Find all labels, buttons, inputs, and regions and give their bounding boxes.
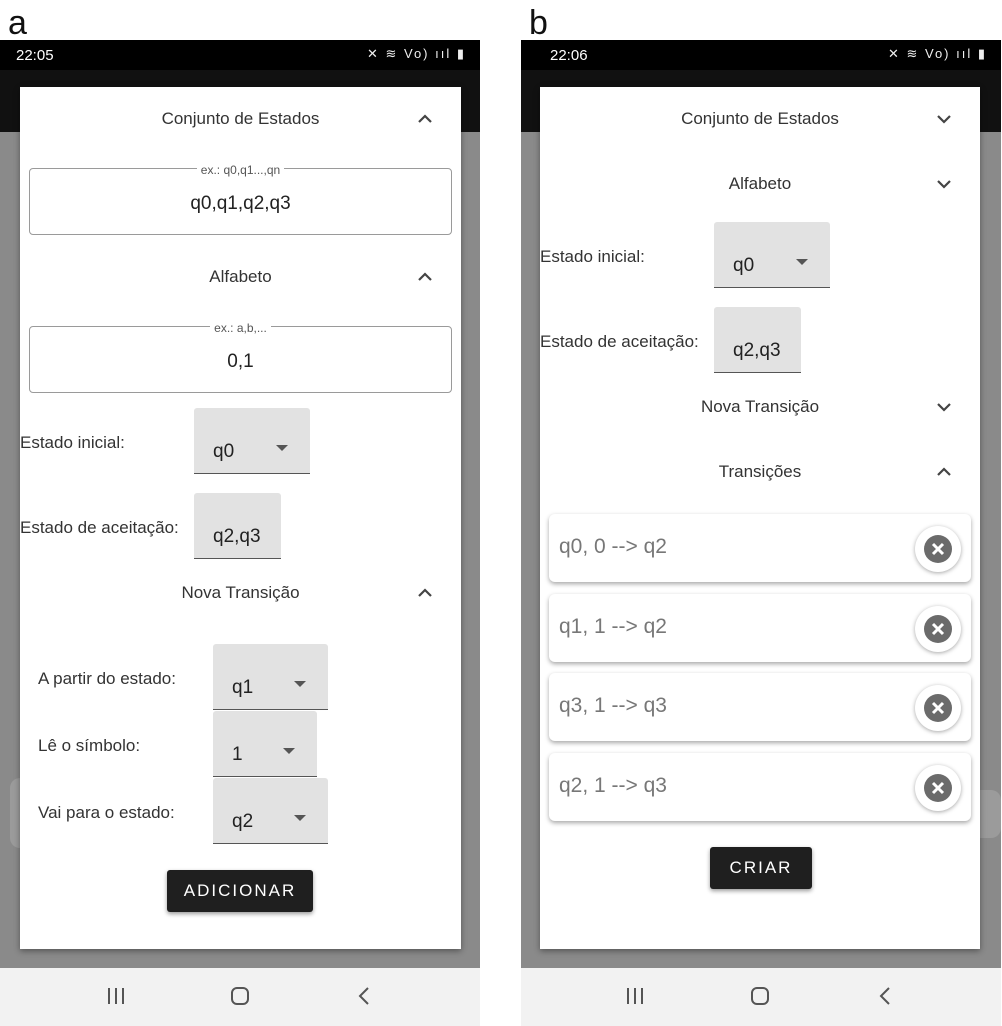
section-header-states[interactable]: Conjunto de Estados bbox=[540, 101, 980, 137]
status-bar: 22:05 ✕ ≋ Vo) ııl ▮ bbox=[0, 40, 480, 70]
select-value: q0 bbox=[733, 255, 755, 276]
select-value: q2,q3 bbox=[213, 526, 261, 547]
chevron-down-icon[interactable] bbox=[934, 174, 954, 194]
accept-state-label: Estado de aceitação: bbox=[20, 518, 179, 537]
close-circle-icon bbox=[924, 774, 952, 802]
delete-transition-button[interactable] bbox=[915, 765, 961, 811]
section-header-new-transition[interactable]: Nova Transição bbox=[540, 389, 980, 425]
from-state-select[interactable]: q1 bbox=[213, 644, 328, 710]
panel-letter-a: a bbox=[8, 4, 27, 42]
close-circle-icon bbox=[924, 535, 952, 563]
section-header-states[interactable]: Conjunto de Estados bbox=[20, 101, 461, 137]
automaton-dialog: Conjunto de Estados ex.: q0,q1...,qn q0,… bbox=[20, 87, 461, 949]
section-header-alphabet[interactable]: Alfabeto bbox=[20, 259, 461, 295]
to-state-select[interactable]: q2 bbox=[213, 778, 328, 844]
transition-item: q1, 1 --> q2 bbox=[549, 594, 971, 662]
home-icon[interactable] bbox=[229, 985, 251, 1007]
phone-screen-b: 22:06 ✕ ≋ Vo) ııl ▮ Conjunto de Estados … bbox=[521, 40, 1001, 1026]
chevron-down-icon[interactable] bbox=[934, 109, 954, 129]
select-value: q0 bbox=[213, 441, 235, 462]
recent-apps-icon[interactable] bbox=[106, 985, 126, 1007]
system-nav-bar bbox=[521, 968, 1001, 1026]
close-circle-icon bbox=[924, 694, 952, 722]
read-symbol-label: Lê o símbolo: bbox=[38, 736, 141, 755]
alphabet-input-legend: ex.: a,b,... bbox=[210, 321, 271, 335]
delete-transition-button[interactable] bbox=[915, 526, 961, 572]
accept-state-label: Estado de aceitação: bbox=[540, 332, 699, 351]
transition-text: q0, 0 --> q2 bbox=[559, 535, 667, 558]
transition-text: q1, 1 --> q2 bbox=[559, 615, 667, 638]
home-icon[interactable] bbox=[749, 985, 771, 1007]
chevron-up-icon[interactable] bbox=[415, 583, 435, 603]
back-icon[interactable] bbox=[877, 985, 893, 1007]
states-input-legend: ex.: q0,q1...,qn bbox=[196, 163, 285, 177]
section-header-alphabet[interactable]: Alfabeto bbox=[540, 166, 980, 202]
section-title: Nova Transição bbox=[181, 583, 300, 602]
status-bar: 22:06 ✕ ≋ Vo) ııl ▮ bbox=[521, 40, 1001, 70]
panel-letter-b: b bbox=[529, 4, 548, 42]
status-time: 22:06 bbox=[550, 47, 588, 64]
section-title: Nova Transição bbox=[700, 397, 820, 416]
read-symbol-select[interactable]: 1 bbox=[213, 711, 317, 777]
select-value: 1 bbox=[232, 744, 243, 765]
select-value: q2 bbox=[232, 811, 254, 832]
initial-state-label: Estado inicial: bbox=[20, 433, 125, 452]
select-value: q1 bbox=[232, 677, 254, 698]
alphabet-input-value: 0,1 bbox=[227, 351, 254, 372]
section-title: Conjunto de Estados bbox=[161, 109, 320, 128]
from-state-label: A partir do estado: bbox=[38, 669, 176, 688]
chevron-up-icon[interactable] bbox=[934, 462, 954, 482]
accept-state-select[interactable]: q2,q3 bbox=[194, 493, 281, 559]
transition-text: q3, 1 --> q3 bbox=[559, 694, 667, 717]
recent-apps-icon[interactable] bbox=[625, 985, 645, 1007]
section-title: Alfabeto bbox=[209, 267, 272, 286]
status-icons: ✕ ≋ Vo) ııl ▮ bbox=[887, 46, 987, 61]
automaton-dialog: Conjunto de Estados Alfabeto Estado inic… bbox=[540, 87, 980, 949]
section-title: Alfabeto bbox=[728, 174, 792, 193]
delete-transition-button[interactable] bbox=[915, 606, 961, 652]
transition-item: q3, 1 --> q3 bbox=[549, 673, 971, 741]
status-time: 22:05 bbox=[16, 47, 54, 64]
close-circle-icon bbox=[924, 615, 952, 643]
create-button[interactable]: CRIAR bbox=[710, 847, 812, 889]
chevron-up-icon[interactable] bbox=[415, 109, 435, 129]
back-icon[interactable] bbox=[356, 985, 372, 1007]
alphabet-input[interactable]: ex.: a,b,... 0,1 bbox=[29, 321, 452, 393]
dropdown-arrow-icon bbox=[276, 445, 288, 451]
section-title: Transições bbox=[718, 462, 802, 481]
dropdown-arrow-icon bbox=[283, 748, 295, 754]
dropdown-arrow-icon bbox=[796, 259, 808, 265]
dropdown-arrow-icon bbox=[294, 815, 306, 821]
section-title: Conjunto de Estados bbox=[681, 109, 839, 128]
initial-state-select[interactable]: q0 bbox=[714, 222, 830, 288]
status-icons: ✕ ≋ Vo) ııl ▮ bbox=[366, 46, 466, 61]
transition-text: q2, 1 --> q3 bbox=[559, 774, 667, 797]
initial-state-label: Estado inicial: bbox=[540, 247, 645, 266]
system-nav-bar bbox=[0, 968, 480, 1026]
dropdown-arrow-icon bbox=[294, 681, 306, 687]
states-input-value: q0,q1,q2,q3 bbox=[190, 193, 291, 214]
chevron-up-icon[interactable] bbox=[415, 267, 435, 287]
transition-item: q0, 0 --> q2 bbox=[549, 514, 971, 582]
phone-screen-a: 22:05 ✕ ≋ Vo) ııl ▮ Conjunto de Estados … bbox=[0, 40, 480, 1026]
add-button[interactable]: ADICIONAR bbox=[167, 870, 313, 912]
transition-item: q2, 1 --> q3 bbox=[549, 753, 971, 821]
accept-state-select[interactable]: q2,q3 bbox=[714, 307, 801, 373]
select-value: q2,q3 bbox=[733, 340, 781, 361]
states-input[interactable]: ex.: q0,q1...,qn q0,q1,q2,q3 bbox=[29, 163, 452, 235]
chevron-down-icon[interactable] bbox=[934, 397, 954, 417]
to-state-label: Vai para o estado: bbox=[38, 803, 175, 822]
section-header-transitions[interactable]: Transições bbox=[540, 454, 980, 490]
initial-state-select[interactable]: q0 bbox=[194, 408, 310, 474]
section-header-new-transition[interactable]: Nova Transição bbox=[20, 575, 461, 611]
delete-transition-button[interactable] bbox=[915, 685, 961, 731]
